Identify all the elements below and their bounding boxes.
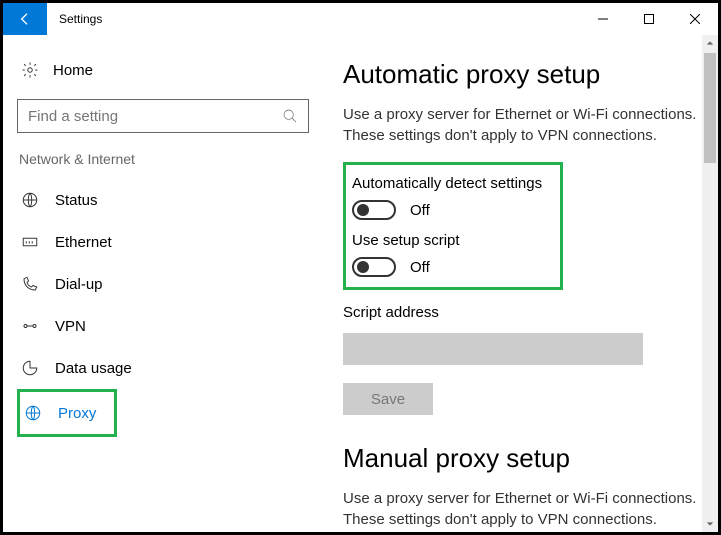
main-panel: Automatic proxy setup Use a proxy server…: [323, 35, 718, 532]
sidebar-item-ethernet[interactable]: Ethernet: [17, 221, 309, 263]
toggle-knob: [357, 261, 369, 273]
scrollbar-track[interactable]: [702, 35, 718, 532]
sidebar-item-status[interactable]: Status: [17, 179, 309, 221]
manual-proxy-description: Use a proxy server for Ethernet or Wi-Fi…: [343, 488, 700, 530]
sidebar: Home Network & Internet Status Ethernet …: [3, 35, 323, 532]
auto-proxy-description: Use a proxy server for Ethernet or Wi-Fi…: [343, 104, 700, 146]
sidebar-item-label: Data usage: [55, 360, 132, 377]
sidebar-item-label: Ethernet: [55, 234, 112, 251]
data-usage-icon: [21, 359, 39, 377]
sidebar-item-label: Proxy: [58, 405, 96, 422]
search-box[interactable]: [17, 99, 309, 133]
auto-proxy-heading: Automatic proxy setup: [343, 59, 700, 90]
sidebar-item-dialup[interactable]: Dial-up: [17, 263, 309, 305]
toggle-knob: [357, 204, 369, 216]
window-controls: [580, 3, 718, 35]
auto-detect-state: Off: [410, 202, 430, 219]
use-script-toggle[interactable]: [352, 257, 396, 277]
home-label: Home: [53, 62, 93, 79]
auto-detect-toggle[interactable]: [352, 200, 396, 220]
titlebar: Settings: [3, 3, 718, 35]
window-title: Settings: [47, 3, 102, 35]
globe-icon: [21, 191, 39, 209]
scrollbar-up-button[interactable]: [702, 35, 718, 51]
scrollbar-down-button[interactable]: [702, 516, 718, 532]
script-address-input[interactable]: [343, 333, 643, 365]
use-script-state: Off: [410, 259, 430, 276]
home-nav[interactable]: Home: [17, 53, 309, 87]
scrollbar-thumb[interactable]: [704, 53, 716, 163]
search-input[interactable]: [28, 108, 282, 125]
minimize-button[interactable]: [580, 3, 626, 35]
sidebar-item-label: Status: [55, 192, 98, 209]
ethernet-icon: [21, 233, 39, 251]
search-icon: [282, 108, 298, 124]
section-header: Network & Internet: [17, 151, 309, 167]
sidebar-item-proxy[interactable]: Proxy: [17, 389, 117, 437]
sidebar-item-label: Dial-up: [55, 276, 103, 293]
phone-icon: [21, 275, 39, 293]
highlight-box: Automatically detect settings Off Use se…: [343, 162, 563, 290]
manual-proxy-heading: Manual proxy setup: [343, 443, 700, 474]
proxy-icon: [24, 404, 42, 422]
save-button[interactable]: Save: [343, 383, 433, 415]
auto-detect-label: Automatically detect settings: [352, 175, 550, 192]
vpn-icon: [21, 317, 39, 335]
script-address-label: Script address: [343, 304, 700, 321]
content-area: Home Network & Internet Status Ethernet …: [3, 35, 718, 532]
back-button[interactable]: [3, 3, 47, 35]
maximize-button[interactable]: [626, 3, 672, 35]
sidebar-item-datausage[interactable]: Data usage: [17, 347, 309, 389]
gear-icon: [21, 61, 39, 79]
sidebar-item-vpn[interactable]: VPN: [17, 305, 309, 347]
sidebar-item-label: VPN: [55, 318, 86, 335]
use-script-label: Use setup script: [352, 232, 550, 249]
close-button[interactable]: [672, 3, 718, 35]
arrow-left-icon: [17, 11, 33, 27]
